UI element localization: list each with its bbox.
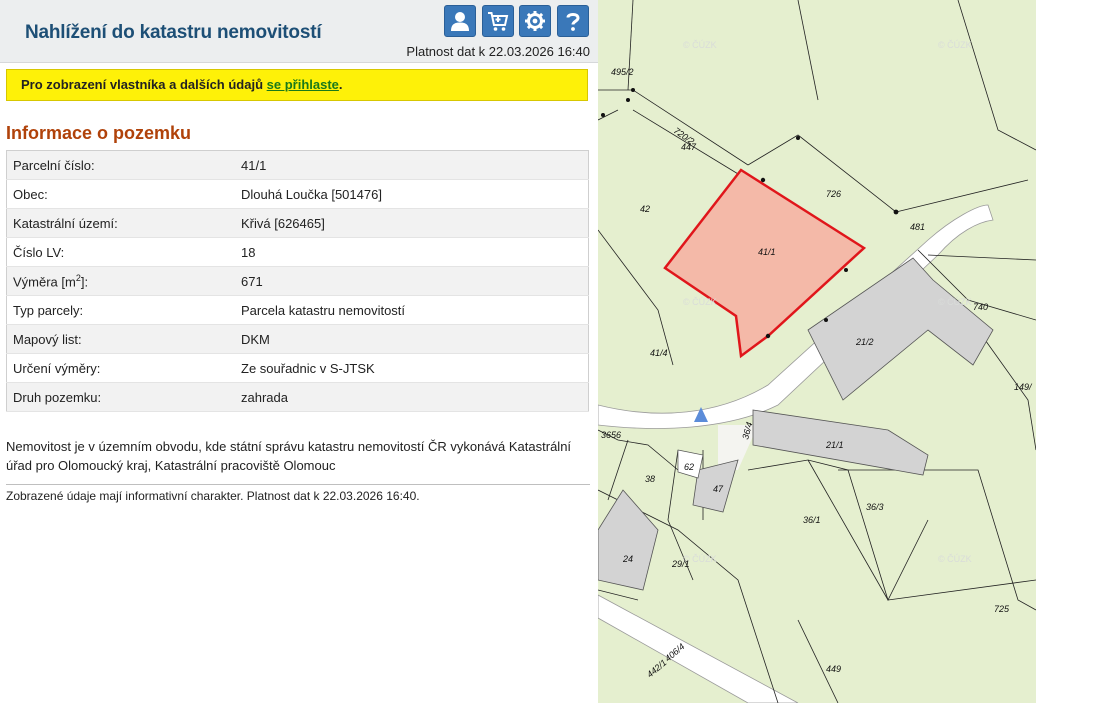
data-validity: Platnost dat k 22.03.2026 16:40 — [406, 44, 590, 59]
cart-icon — [488, 12, 509, 31]
svg-text:© ČÚZK: © ČÚZK — [683, 297, 717, 307]
row-label: Výměra [m2]: — [6, 266, 235, 296]
section-title: Informace o pozemku — [6, 123, 192, 143]
svg-text:21/2: 21/2 — [855, 337, 874, 347]
svg-text:38: 38 — [645, 474, 655, 484]
row-value: Ze souřadnic v S-JTSK — [235, 353, 589, 383]
row-label: Mapový list: — [6, 324, 235, 354]
help-icon — [566, 12, 580, 31]
row-value: 671 — [235, 266, 589, 296]
divider — [6, 484, 590, 485]
row-label: Číslo LV: — [6, 237, 235, 267]
svg-text:© ČÚZK: © ČÚZK — [938, 40, 972, 50]
gear-icon — [525, 11, 545, 31]
settings-button[interactable] — [519, 5, 551, 37]
svg-text:© ČÚZK: © ČÚZK — [683, 40, 717, 50]
svg-text:24: 24 — [622, 554, 633, 564]
login-text: Pro zobrazení vlastníka a dalších údajů — [21, 77, 267, 92]
authority-note: Nemovitost je v územním obvodu, kde stát… — [6, 439, 572, 473]
app-header: Nahlížení do katastru nemovitostí Platno… — [0, 0, 598, 63]
svg-text:29/1: 29/1 — [671, 559, 690, 569]
app-title: Nahlížení do katastru nemovitostí — [25, 22, 322, 43]
table-row: Katastrální území: Křivá [626465] — [6, 208, 589, 238]
row-value: 18 — [235, 237, 589, 267]
table-row: Typ parcely: Parcela katastru nemovitostí — [6, 295, 589, 325]
row-value: DKM — [235, 324, 589, 354]
label-end: ]: — [80, 274, 89, 290]
svg-text:47: 47 — [713, 484, 724, 494]
svg-text:495/2: 495/2 — [611, 67, 634, 77]
user-icon — [451, 12, 469, 31]
user-button[interactable] — [444, 5, 476, 37]
parcel-info-table: Parcelní číslo: 41/1 Obec: Dlouhá Loučka [… — [6, 150, 589, 412]
login-text-end: . — [338, 77, 343, 92]
svg-text:725: 725 — [994, 604, 1010, 614]
row-label: Parcelní číslo: — [6, 150, 235, 180]
table-row: Výměra [m2]: 671 — [6, 266, 589, 296]
row-value: zahrada — [235, 382, 589, 412]
svg-text:41/1: 41/1 — [758, 247, 776, 257]
table-row: Parcelní číslo: 41/1 — [6, 150, 589, 180]
help-button[interactable] — [557, 5, 589, 37]
svg-text:3656: 3656 — [601, 430, 621, 440]
row-label: Typ parcely: — [6, 295, 235, 325]
svg-text:36/3: 36/3 — [866, 502, 884, 512]
svg-text:42: 42 — [640, 204, 650, 214]
row-label: Určení výměry: — [6, 353, 235, 383]
svg-text:740: 740 — [973, 302, 988, 312]
svg-text:21/1: 21/1 — [825, 440, 844, 450]
row-label: Obec: — [6, 179, 235, 209]
label-main: Výměra [m — [13, 274, 76, 290]
footer-note: Zobrazené údaje mají informativní charak… — [6, 489, 420, 503]
svg-text:62: 62 — [684, 462, 694, 472]
svg-text:© ČÚZK: © ČÚZK — [938, 554, 972, 564]
svg-text:41/4: 41/4 — [650, 348, 668, 358]
row-value: Dlouhá Loučka [501476] — [235, 179, 589, 209]
table-row: Druh pozemku: zahrada — [6, 382, 589, 412]
table-row: Číslo LV: 18 — [6, 237, 589, 267]
row-label: Druh pozemku: — [6, 382, 235, 412]
cadastral-map[interactable]: © ČÚZK © ČÚZK © ČÚZK © ČÚZK © ČÚZK © ČÚZ… — [598, 0, 1036, 703]
login-link[interactable]: se přihlaste — [267, 77, 339, 92]
svg-text:726: 726 — [826, 189, 841, 199]
row-value: Parcela katastru nemovitostí — [235, 295, 589, 325]
info-panel: Nahlížení do katastru nemovitostí Platno… — [0, 0, 598, 703]
svg-text:481: 481 — [910, 222, 925, 232]
svg-text:36/1: 36/1 — [803, 515, 821, 525]
row-label: Katastrální území: — [6, 208, 235, 238]
svg-text:449: 449 — [826, 664, 841, 674]
svg-text:447: 447 — [681, 142, 697, 152]
table-row: Obec: Dlouhá Loučka [501476] — [6, 179, 589, 209]
row-value: Křivá [626465] — [235, 208, 589, 238]
table-row: Určení výměry: Ze souřadnic v S-JTSK — [6, 353, 589, 383]
svg-text:© ČÚZK: © ČÚZK — [938, 297, 972, 307]
table-row: Mapový list: DKM — [6, 324, 589, 354]
login-banner: Pro zobrazení vlastníka a dalších údajů … — [6, 69, 588, 101]
cart-button[interactable] — [482, 5, 514, 37]
row-value: 41/1 — [235, 150, 589, 180]
map-canvas[interactable]: © ČÚZK © ČÚZK © ČÚZK © ČÚZK © ČÚZK © ČÚZ… — [598, 0, 1036, 703]
svg-text:149/: 149/ — [1014, 382, 1033, 392]
